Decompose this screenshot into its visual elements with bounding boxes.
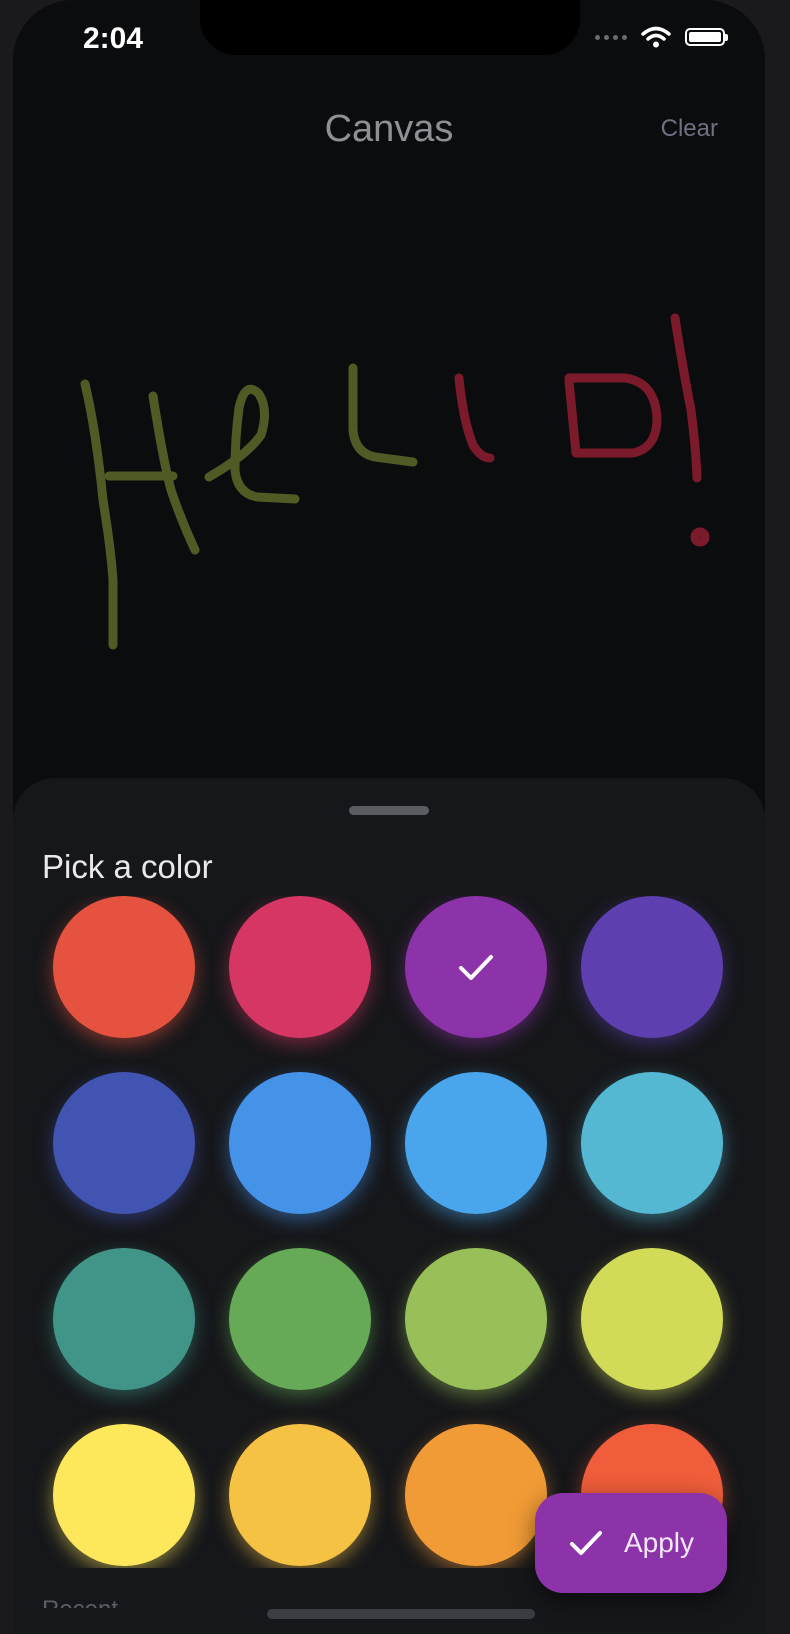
drawing-canvas[interactable]	[13, 170, 765, 780]
device-frame: 2:04 Canvas Clear Pick a color Apply	[0, 0, 790, 1634]
notch	[200, 0, 580, 55]
color-swatch[interactable]	[405, 1424, 547, 1566]
home-indicator	[267, 1609, 535, 1619]
color-swatch[interactable]	[53, 1248, 195, 1390]
color-swatch[interactable]	[229, 1072, 371, 1214]
battery-icon	[685, 28, 728, 46]
color-swatch[interactable]	[581, 1248, 723, 1390]
sheet-title: Pick a color	[42, 848, 213, 885]
recent-colors-label: Recent	[42, 1596, 118, 1608]
color-swatch[interactable]	[405, 1248, 547, 1390]
color-swatch[interactable]	[405, 1072, 547, 1214]
wifi-icon	[641, 26, 671, 48]
apply-button[interactable]: Apply	[535, 1493, 727, 1593]
apply-label: Apply	[623, 1527, 695, 1558]
status-icons	[595, 26, 728, 48]
cellular-signal-icon	[595, 34, 627, 40]
clear-button[interactable]: Clear	[661, 115, 718, 143]
color-swatch[interactable]	[53, 896, 195, 1038]
checkmark-icon	[569, 1531, 602, 1555]
status-time: 2:04	[83, 22, 144, 55]
color-swatch[interactable]	[229, 1424, 371, 1566]
drawing-hello	[80, 313, 710, 650]
selected-check-icon	[459, 955, 493, 980]
color-swatch[interactable]	[229, 896, 371, 1038]
sheet-drag-handle[interactable]	[349, 806, 429, 815]
color-swatch[interactable]	[53, 1424, 195, 1566]
page-title: Canvas	[324, 108, 454, 150]
color-swatch[interactable]	[581, 1072, 723, 1214]
screen: 2:04 Canvas Clear Pick a color	[13, 0, 765, 1634]
color-swatch[interactable]	[229, 1248, 371, 1390]
color-grid	[13, 896, 765, 1568]
color-swatch[interactable]	[581, 896, 723, 1038]
color-swatch[interactable]	[405, 896, 547, 1038]
color-swatch[interactable]	[53, 1072, 195, 1214]
